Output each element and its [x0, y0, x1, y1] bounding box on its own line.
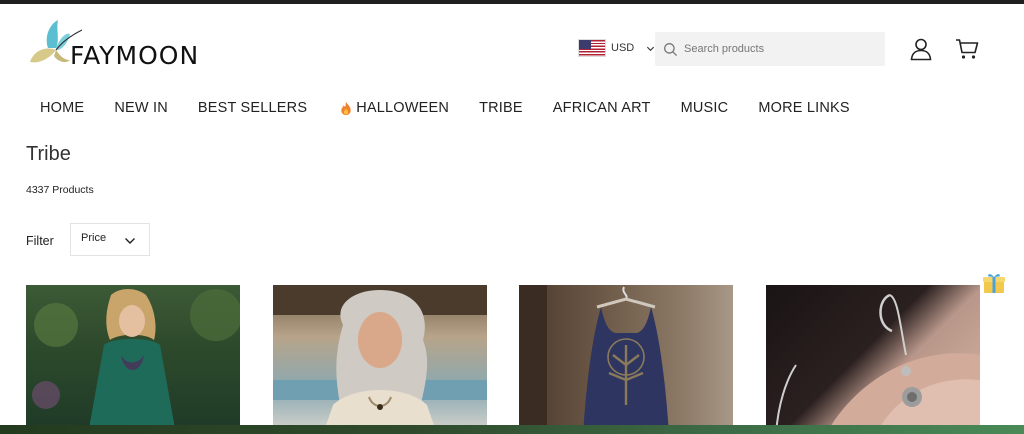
nav-item-tribe[interactable]: TRIBE: [479, 100, 523, 116]
currency-selector[interactable]: USD: [578, 38, 655, 58]
product-photo-lace-top: [273, 285, 487, 434]
nav-item-halloween-label: HALLOWEEN: [356, 100, 450, 116]
top-announcement-bar: [0, 0, 1024, 4]
main-nav: HOME NEW IN BEST SELLERS HALLOWEEN TRIBE…: [40, 98, 850, 118]
us-flag-icon: [578, 39, 606, 57]
product-card-image[interactable]: [519, 285, 733, 434]
nav-item-best-sellers[interactable]: BEST SELLERS: [198, 100, 307, 116]
currency-code: USD: [611, 42, 635, 54]
search-input[interactable]: [684, 43, 874, 55]
bottom-bar: [0, 425, 1024, 434]
nav-item-more-links[interactable]: MORE LINKS: [758, 100, 849, 116]
search-bar[interactable]: [655, 32, 885, 66]
product-card-image[interactable]: [26, 285, 240, 434]
nav-item-african-art[interactable]: AFRICAN ART: [553, 100, 651, 116]
product-card-image[interactable]: [766, 285, 980, 434]
chevron-down-icon: [647, 46, 655, 51]
nav-item-home[interactable]: HOME: [40, 100, 84, 116]
product-photo-green-dress: [32, 289, 240, 434]
nav-item-music[interactable]: MUSIC: [681, 100, 729, 116]
price-filter-dropdown[interactable]: Price: [70, 223, 150, 256]
gift-icon[interactable]: [982, 272, 1006, 294]
nav-item-new-in[interactable]: NEW IN: [114, 100, 168, 116]
brand-logo[interactable]: FAYMOON: [26, 18, 226, 72]
cart-icon[interactable]: [955, 38, 979, 60]
search-icon: [664, 42, 678, 56]
brand-name: FAYMOON: [70, 41, 200, 70]
price-filter-label: Price: [81, 231, 107, 244]
page-title: Tribe: [26, 143, 71, 165]
user-icon[interactable]: [909, 37, 933, 61]
product-photo-tree-tank: [519, 285, 669, 434]
product-photo-earrings: [775, 293, 980, 434]
product-count: 4337 Products: [26, 184, 94, 196]
nav-item-halloween[interactable]: HALLOWEEN: [339, 100, 449, 116]
flame-icon: [341, 101, 351, 115]
chevron-down-icon: [125, 238, 135, 244]
filter-label: Filter: [26, 234, 54, 248]
product-card-image[interactable]: [273, 285, 487, 434]
